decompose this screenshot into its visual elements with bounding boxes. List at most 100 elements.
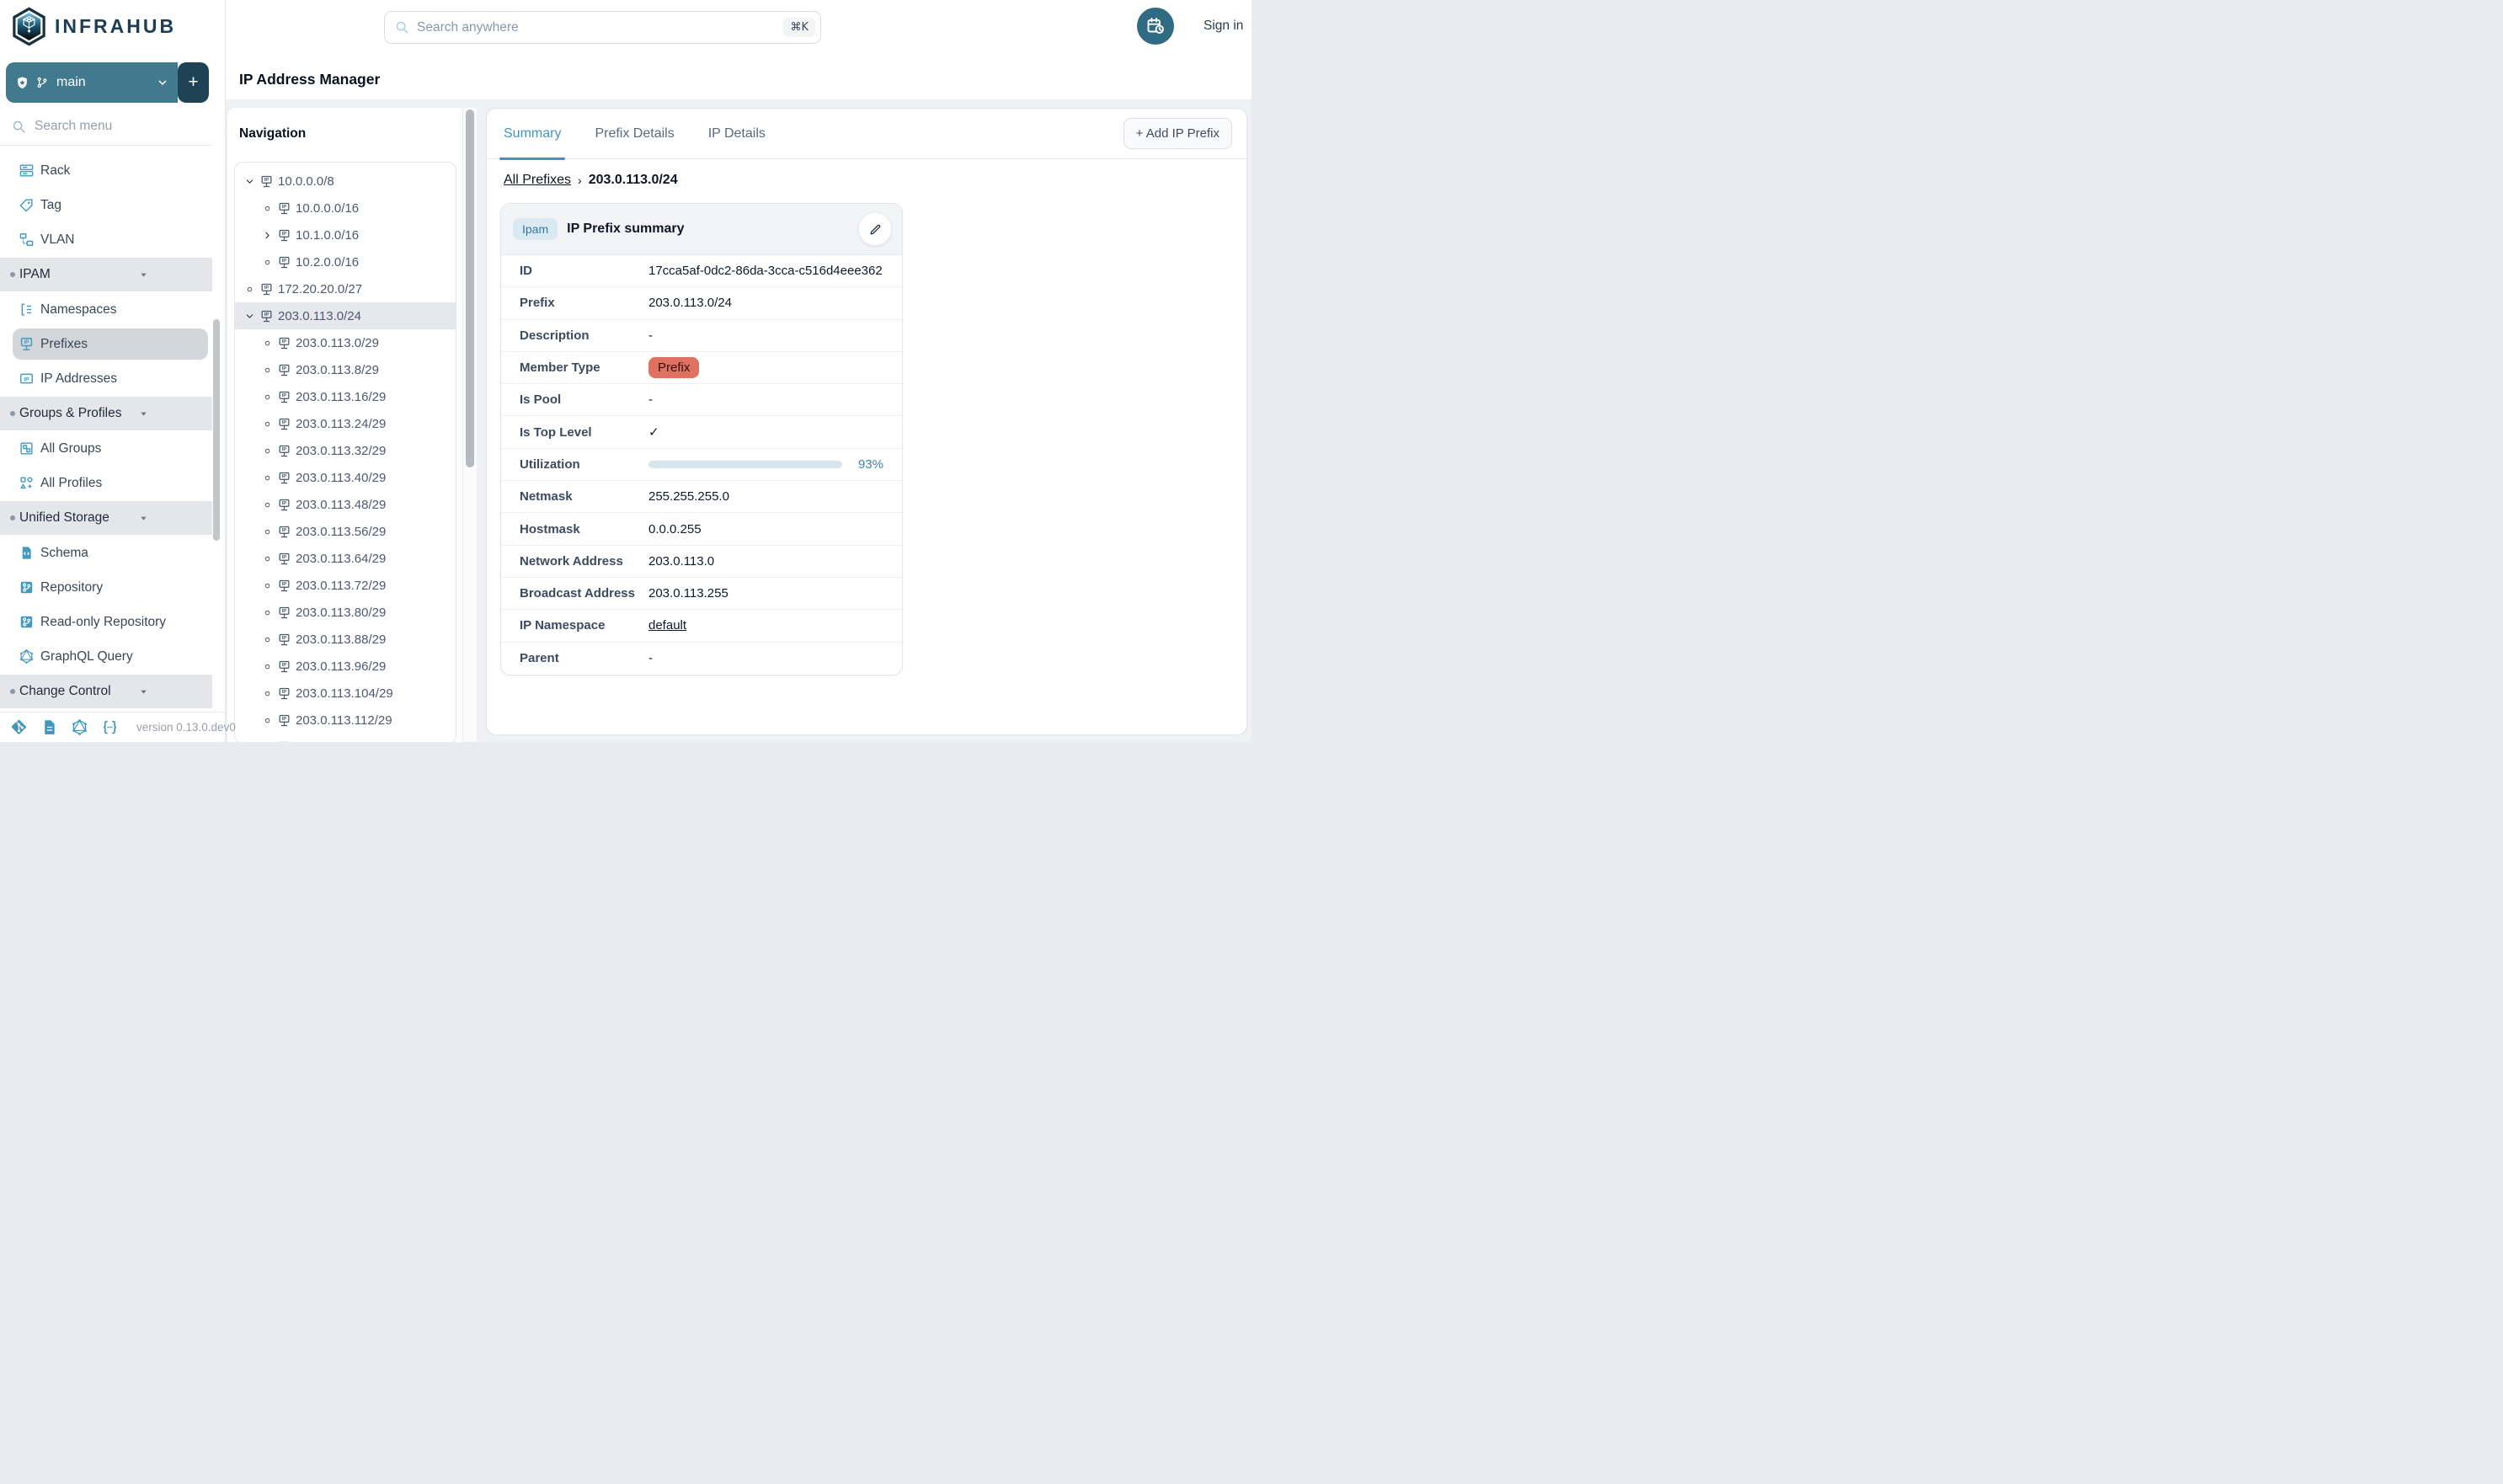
prefix-icon: IP <box>277 579 291 593</box>
svg-text:IP: IP <box>282 259 287 264</box>
circle-icon[interactable] <box>260 420 274 428</box>
circle-icon[interactable] <box>260 501 274 509</box>
sidebar-section-label: Groups & Profiles <box>19 406 121 421</box>
sidebar-item-all-profiles[interactable]: All Profiles <box>0 466 212 500</box>
circle-icon[interactable] <box>260 663 274 670</box>
sidebar-section-unified-storage[interactable]: Unified Storage <box>0 501 212 535</box>
sidebar-item-namespaces[interactable]: Namespaces <box>0 292 212 327</box>
circle-icon[interactable] <box>260 366 274 374</box>
infrahub-logo-icon <box>11 7 47 46</box>
circle-icon[interactable] <box>260 690 274 697</box>
prefix-icon: IP <box>277 498 291 512</box>
sidebar-item-tag[interactable]: Tag <box>0 188 212 222</box>
prefix-icon: IP <box>277 255 291 270</box>
sidebar-item-label: Rack <box>40 163 70 179</box>
chevron-down-icon[interactable] <box>243 311 256 322</box>
tree-item-10-0-0-0-8[interactable]: IP10.0.0.0/8 <box>235 168 456 195</box>
tree-item-203-0-113-96-29[interactable]: IP203.0.113.96/29 <box>235 653 456 680</box>
time-travel-button[interactable] <box>1137 8 1174 45</box>
search-menu-input[interactable] <box>35 119 212 134</box>
sidebar-item-ip-addresses[interactable]: IPIP Addresses <box>0 361 212 396</box>
tree-item-203-0-113-0-24[interactable]: IP203.0.113.0/24 <box>235 302 456 329</box>
tab-summary[interactable]: Summary <box>499 109 565 159</box>
chevron-right-icon[interactable] <box>260 230 274 241</box>
logo[interactable]: INFRAHUB <box>11 7 176 46</box>
circle-icon[interactable] <box>260 609 274 617</box>
sidebar-item-schema[interactable]: Schema <box>0 536 212 570</box>
graphql-icon[interactable] <box>71 718 88 736</box>
tree-item-10-0-0-0-16[interactable]: IP10.0.0.0/16 <box>235 195 456 222</box>
sidebar-item-all-groups[interactable]: All Groups <box>0 431 212 466</box>
sidebar-section-groups-profiles[interactable]: Groups & Profiles <box>0 397 212 430</box>
git-icon[interactable] <box>10 718 28 736</box>
svg-text:IP: IP <box>282 205 287 210</box>
tree-item-203-0-113-112-29[interactable]: IP203.0.113.112/29 <box>235 707 456 734</box>
tree-item-10-1-0-0-16[interactable]: IP10.1.0.0/16 <box>235 222 456 248</box>
search-anywhere-input[interactable] <box>417 20 776 35</box>
tree-item-203-0-113-80-29[interactable]: IP203.0.113.80/29 <box>235 599 456 626</box>
circle-icon[interactable] <box>260 447 274 455</box>
circle-icon[interactable] <box>260 582 274 590</box>
tree-item-10-2-0-0-16[interactable]: IP10.2.0.0/16 <box>235 248 456 275</box>
tree-item-203-0-113-48-29[interactable]: IP203.0.113.48/29 <box>235 491 456 518</box>
summary-value-cell: 255.255.255.0 <box>648 489 883 504</box>
global-search[interactable]: ⌘K <box>384 11 821 44</box>
circle-icon[interactable] <box>243 286 256 293</box>
tree-item-203-0-113-88-29[interactable]: IP203.0.113.88/29 <box>235 626 456 653</box>
circle-icon[interactable] <box>260 474 274 482</box>
tree-item-label: 203.0.113.96/29 <box>296 659 386 674</box>
menu-search[interactable] <box>0 111 212 141</box>
circle-icon[interactable] <box>260 339 274 347</box>
sidebar-scrollbar[interactable] <box>213 319 220 541</box>
repository-icon <box>19 579 35 595</box>
sidebar-item-repository[interactable]: Repository <box>0 570 212 605</box>
bullet-icon <box>10 689 15 694</box>
braces-icon[interactable] <box>101 718 119 736</box>
branch-dropdown[interactable]: main <box>6 62 178 103</box>
breadcrumb-all-prefixes-link[interactable]: All Prefixes <box>504 173 571 188</box>
tree-item-203-0-113-64-29[interactable]: IP203.0.113.64/29 <box>235 545 456 572</box>
circle-icon[interactable] <box>260 528 274 536</box>
tree-item-203-0-113-16-29[interactable]: IP203.0.113.16/29 <box>235 383 456 410</box>
ip-namespace-link[interactable]: default <box>648 618 686 633</box>
tree-item-203-0-113-0-29[interactable]: IP203.0.113.0/29 <box>235 329 456 356</box>
triangle-down-icon <box>139 687 180 697</box>
summary-value-cell: 0.0.0.255 <box>648 522 883 536</box>
sign-in-link[interactable]: Sign in <box>1203 19 1243 34</box>
tree-scrollbar-thumb[interactable] <box>466 109 474 467</box>
tree-item-203-0-113-72-29[interactable]: IP203.0.113.72/29 <box>235 572 456 599</box>
circle-icon[interactable] <box>260 205 274 212</box>
sidebar-item-vlan[interactable]: VLAN <box>0 222 212 257</box>
sidebar-item-rack[interactable]: Rack <box>0 153 212 188</box>
prefix-icon: IP <box>277 417 291 431</box>
circle-icon[interactable] <box>260 636 274 643</box>
add-ip-prefix-button[interactable]: + Add IP Prefix <box>1123 118 1232 149</box>
prefix-icon: IP <box>259 174 274 189</box>
sidebar-item-read-only-repository[interactable]: Read-only Repository <box>0 605 212 639</box>
tree-scrollbar-track[interactable] <box>462 108 477 742</box>
edit-button[interactable] <box>858 212 892 246</box>
circle-icon[interactable] <box>260 393 274 401</box>
sidebar-item-label: Tag <box>40 198 61 213</box>
circle-icon[interactable] <box>260 259 274 266</box>
tab-prefix-details[interactable]: Prefix Details <box>590 109 678 159</box>
sidebar-section-ipam[interactable]: IPAM <box>0 258 212 291</box>
tree-item-203-0-113-56-29[interactable]: IP203.0.113.56/29 <box>235 518 456 545</box>
tree-item-203-0-113-24-29[interactable]: IP203.0.113.24/29 <box>235 410 456 437</box>
tree-item-172-20-20-0-27[interactable]: IP172.20.20.0/27 <box>235 275 456 302</box>
sidebar-section-change-control[interactable]: Change Control <box>0 675 212 708</box>
sidebar-item-prefixes[interactable]: IPPrefixes <box>13 328 208 360</box>
triangle-down-icon <box>139 270 180 280</box>
create-branch-button[interactable]: + <box>178 62 209 103</box>
tree-item-203-0-113-40-29[interactable]: IP203.0.113.40/29 <box>235 464 456 491</box>
tree-item-203-0-113-104-29[interactable]: IP203.0.113.104/29 <box>235 680 456 707</box>
sidebar-item-graphql-query[interactable]: GraphQL Query <box>0 639 212 674</box>
tree-item-203-0-113-120-29[interactable]: IP203.0.113.120/29 <box>235 734 456 742</box>
chevron-down-icon[interactable] <box>243 176 256 187</box>
tree-item-203-0-113-8-29[interactable]: IP203.0.113.8/29 <box>235 356 456 383</box>
circle-icon[interactable] <box>260 717 274 724</box>
tab-ip-details[interactable]: IP Details <box>704 109 770 159</box>
document-icon[interactable] <box>40 718 58 736</box>
circle-icon[interactable] <box>260 555 274 563</box>
tree-item-203-0-113-32-29[interactable]: IP203.0.113.32/29 <box>235 437 456 464</box>
